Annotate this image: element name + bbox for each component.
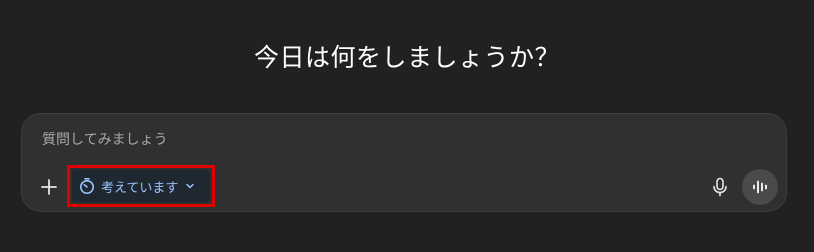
voice-waveform-icon bbox=[753, 180, 767, 194]
page-title: 今日は何をしましょうか？ bbox=[253, 43, 560, 72]
microphone-icon bbox=[713, 177, 727, 197]
dictate-button[interactable] bbox=[708, 174, 732, 200]
message-composer: 考えています bbox=[21, 113, 787, 212]
thinking-mode-label: 考えています bbox=[101, 180, 179, 196]
timer-icon bbox=[80, 178, 94, 194]
add-button[interactable] bbox=[36, 174, 62, 200]
plus-icon bbox=[41, 179, 57, 195]
chat-home: 今日は何をしましょうか？ 考えています bbox=[0, 0, 814, 252]
chevron-down-icon bbox=[186, 183, 195, 189]
thinking-mode-button[interactable]: 考えています bbox=[72, 170, 210, 202]
prompt-input[interactable] bbox=[42, 128, 662, 152]
voice-mode-button[interactable] bbox=[742, 169, 778, 205]
